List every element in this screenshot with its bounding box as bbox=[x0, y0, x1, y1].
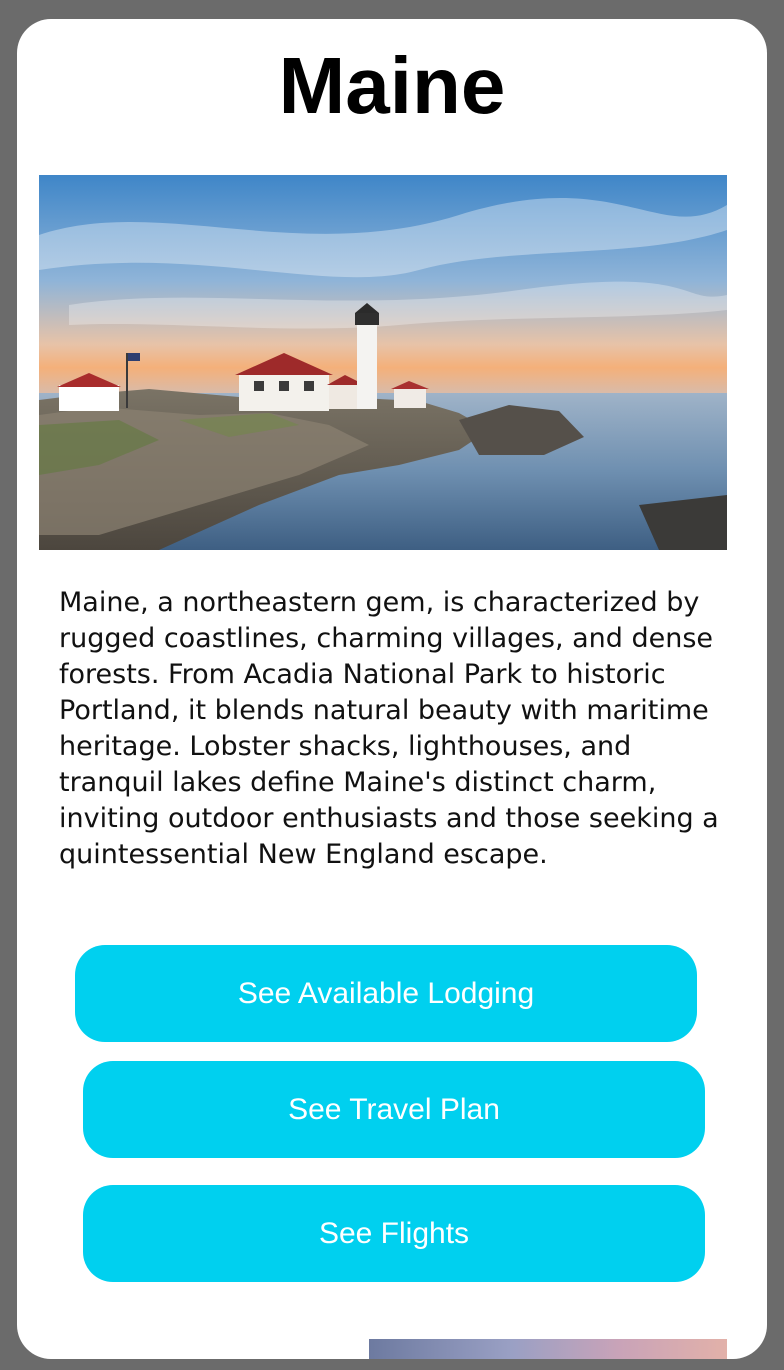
see-travel-plan-button[interactable]: See Travel Plan bbox=[83, 1061, 705, 1158]
see-available-lodging-button[interactable]: See Available Lodging bbox=[75, 945, 697, 1042]
page-title: Maine bbox=[278, 41, 506, 130]
see-flights-button[interactable]: See Flights bbox=[83, 1185, 705, 1282]
destination-description: Maine, a northeastern gem, is characteri… bbox=[59, 587, 719, 870]
destination-card: Maine Maine, a northeastern gem, is char… bbox=[17, 19, 767, 1359]
hero-image bbox=[39, 175, 727, 550]
next-card-thumbnail[interactable] bbox=[369, 1339, 727, 1359]
app-frame: Maine Maine, a northeastern gem, is char… bbox=[0, 0, 784, 1370]
